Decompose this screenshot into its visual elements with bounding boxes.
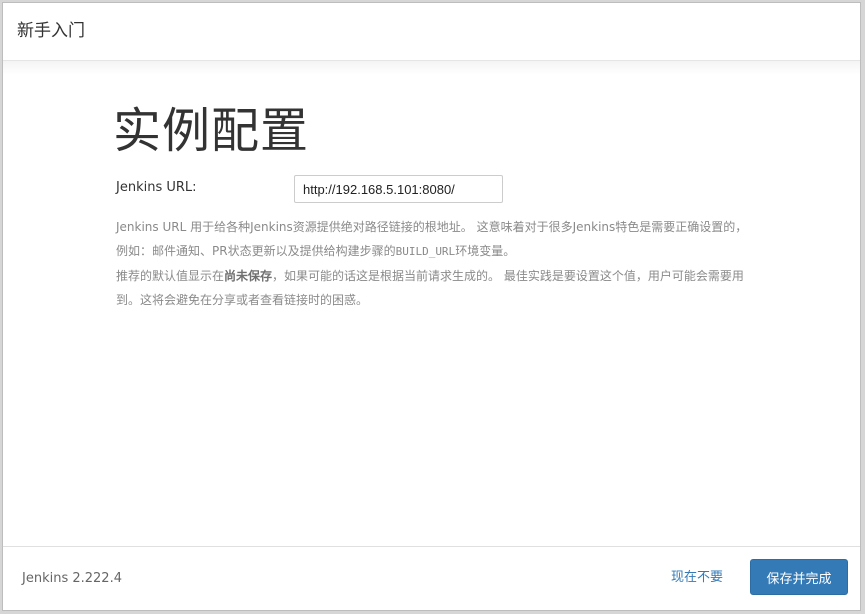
not-saved-emphasis: 尚未保存: [224, 269, 273, 283]
setup-dialog: 新手入门 实例配置 Jenkins URL: Jenkins URL 用于给各种…: [2, 2, 861, 611]
dialog-footer: Jenkins 2.222.4 现在不要 保存并完成: [3, 546, 860, 610]
jenkins-url-input[interactable]: [294, 175, 503, 203]
page-title: 实例配置: [113, 103, 310, 159]
build-url-code: BUILD_URL: [395, 245, 456, 258]
skip-link[interactable]: 现在不要: [671, 569, 723, 587]
jenkins-url-label: Jenkins URL:: [116, 180, 197, 195]
help-text: Jenkins URL 用于给各种Jenkins资源提供绝对路径链接的根地址。 …: [116, 215, 756, 312]
dialog-content: 实例配置 Jenkins URL: Jenkins URL 用于给各种Jenki…: [3, 61, 860, 547]
help-paragraph-1: Jenkins URL 用于给各种Jenkins资源提供绝对路径链接的根地址。 …: [116, 220, 748, 258]
dialog-title: 新手入门: [17, 21, 85, 41]
help-paragraph-2: 推荐的默认值显示在尚未保存，如果可能的话这是根据当前请求生成的。 最佳实践是要设…: [116, 269, 744, 307]
version-label: Jenkins 2.222.4: [22, 571, 122, 586]
dialog-header: 新手入门: [3, 3, 860, 61]
save-and-finish-button[interactable]: 保存并完成: [750, 559, 848, 595]
